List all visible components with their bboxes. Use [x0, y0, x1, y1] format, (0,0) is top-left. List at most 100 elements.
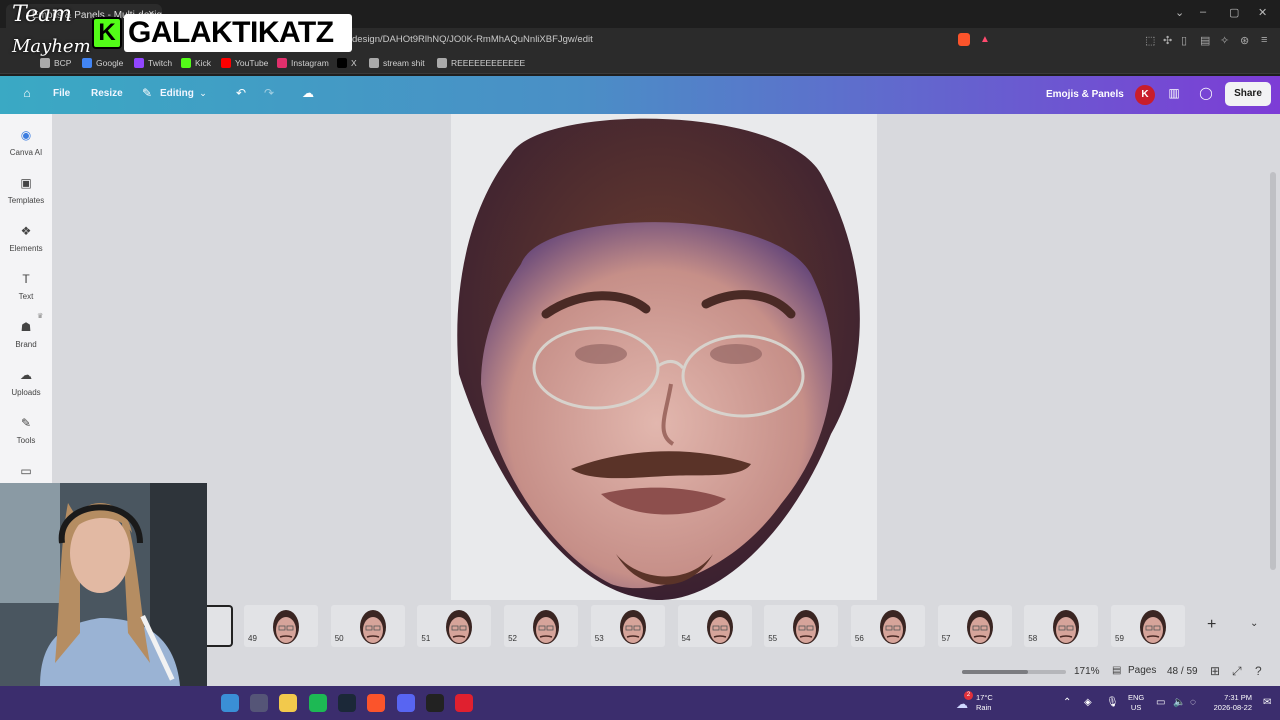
- bookmark-instagram[interactable]: Instagram: [277, 58, 329, 68]
- zoom-level[interactable]: 171%: [1074, 666, 1100, 677]
- canva-ai-icon: ◉: [20, 128, 32, 142]
- bookmark-label: Instagram: [291, 58, 329, 68]
- thumbnail-face-image: [706, 610, 733, 644]
- sidebar-item-brand[interactable]: ☗ Brand: [0, 320, 52, 349]
- sidebar-item-label: Elements: [9, 244, 43, 253]
- sidebar-item-uploads[interactable]: ☁ Uploads: [0, 368, 52, 397]
- pages-button[interactable]: Pages: [1128, 665, 1156, 676]
- page-thumbnail[interactable]: 59: [1111, 605, 1185, 647]
- bookmark-youtube[interactable]: YouTube: [221, 58, 268, 68]
- insights-icon[interactable]: ▥: [1164, 86, 1184, 104]
- tab-search-icon[interactable]: ⌄: [1175, 6, 1184, 19]
- comments-icon[interactable]: ◯: [1196, 86, 1216, 104]
- language-indicator[interactable]: ENG US: [1128, 693, 1144, 713]
- page-count: 48 / 59: [1167, 666, 1198, 677]
- obs-icon[interactable]: [426, 694, 444, 712]
- extensions-icon[interactable]: ⬚: [1145, 34, 1155, 47]
- calculator-icon[interactable]: [250, 694, 268, 712]
- sidebar-item-templates[interactable]: ▣ Templates: [0, 176, 52, 205]
- microphone-icon[interactable]: 🎙: [1106, 697, 1119, 708]
- photos-icon[interactable]: [221, 694, 239, 712]
- sidebar-item-projects[interactable]: ▭: [0, 464, 52, 484]
- page-thumbnail[interactable]: 55: [764, 605, 839, 647]
- bookmark-kick[interactable]: Kick: [181, 58, 211, 68]
- url-field[interactable]: design/DAHOt9RlhNQ/JO0K-RmMhAQuNnliXBFJg…: [352, 34, 593, 45]
- weather-badge: 2: [964, 691, 973, 700]
- tray-app-icon[interactable]: ◈: [1084, 697, 1092, 708]
- design-title[interactable]: Emojis & Panels: [1046, 89, 1124, 100]
- templates-icon: ▣: [20, 176, 32, 190]
- bookmark-twitch[interactable]: Twitch: [134, 58, 172, 68]
- brave-rewards-icon[interactable]: ▲: [980, 34, 990, 45]
- help-icon[interactable]: ?: [1255, 664, 1262, 678]
- google-icon: [82, 58, 92, 68]
- steam-icon[interactable]: [338, 694, 356, 712]
- brave-shield-icon[interactable]: [958, 33, 970, 46]
- leo-ai-icon[interactable]: ✧: [1220, 34, 1229, 47]
- sidebar-item-elements[interactable]: ❖ Elements: [0, 224, 52, 253]
- page-thumbnail[interactable]: 51: [417, 605, 492, 647]
- crown-icon: ♛: [37, 313, 44, 320]
- undo-icon[interactable]: ↶: [231, 86, 251, 104]
- chevron-down-icon[interactable]: ⌄: [193, 88, 213, 106]
- system-clock[interactable]: 7:31 PM 2026-08-22: [1210, 693, 1252, 713]
- current-page-thumbnail[interactable]: [207, 605, 233, 647]
- wallet-icon[interactable]: ▤: [1200, 34, 1210, 47]
- tools-icon: ✎: [20, 416, 32, 430]
- resize-button[interactable]: Resize: [91, 88, 123, 99]
- file-menu-button[interactable]: File: [53, 88, 70, 99]
- page-thumbnail[interactable]: 58: [1024, 605, 1099, 647]
- menu-icon[interactable]: ≡: [1261, 34, 1267, 46]
- vertical-scrollbar[interactable]: [1270, 172, 1276, 570]
- twitch-icon: [134, 58, 144, 68]
- page-thumbnail[interactable]: 54: [677, 605, 752, 647]
- sidebar-item-text[interactable]: T Text: [0, 272, 52, 301]
- page-thumbnail[interactable]: 52: [504, 605, 579, 647]
- volume-icon[interactable]: 🔈: [1173, 697, 1185, 708]
- weather-widget[interactable]: 17°C Rain: [976, 693, 993, 713]
- editing-mode-button[interactable]: Editing: [160, 88, 194, 99]
- bookmark-google[interactable]: Google: [82, 58, 123, 68]
- fullscreen-icon[interactable]: ⤢: [1232, 664, 1242, 679]
- vpn-icon[interactable]: ⊛: [1240, 34, 1249, 47]
- notifications-icon[interactable]: ✉: [1263, 697, 1271, 708]
- face-cutout-image[interactable]: [451, 114, 877, 601]
- avatar[interactable]: K: [1135, 85, 1155, 105]
- chevron-down-icon[interactable]: ⌄: [1250, 618, 1258, 629]
- x-icon: [337, 58, 347, 68]
- brave-icon[interactable]: [367, 694, 385, 712]
- bookmark-stream-shit[interactable]: stream shit: [369, 58, 425, 68]
- design-page[interactable]: [451, 114, 877, 601]
- discord-icon[interactable]: [397, 694, 415, 712]
- page-thumbnail[interactable]: 57: [937, 605, 1012, 647]
- add-page-icon[interactable]: +: [1207, 616, 1216, 634]
- file-explorer-icon[interactable]: [279, 694, 297, 712]
- tray-chevron-icon[interactable]: ⌃: [1063, 697, 1071, 708]
- puzzle-icon[interactable]: ✣: [1163, 34, 1172, 47]
- grid-view-icon[interactable]: ⊞: [1210, 664, 1220, 678]
- opera-icon[interactable]: [455, 694, 473, 712]
- network-icon[interactable]: ◌: [1190, 697, 1196, 708]
- page-thumbnail[interactable]: 50: [330, 605, 405, 647]
- sidebar-toggle-icon[interactable]: ▯: [1181, 34, 1187, 47]
- redo-icon[interactable]: ↷: [259, 86, 279, 104]
- weather-desc: Rain: [976, 703, 992, 712]
- folder-icon: [369, 58, 379, 68]
- home-icon[interactable]: ⌂: [17, 86, 37, 104]
- close-window-icon[interactable]: ✕: [1258, 6, 1267, 19]
- page-thumbnail[interactable]: 49: [244, 605, 318, 647]
- spotify-icon[interactable]: [309, 694, 327, 712]
- share-button[interactable]: Share: [1225, 82, 1271, 106]
- bookmark-x[interactable]: X: [337, 58, 357, 68]
- page-thumbnail[interactable]: 53: [590, 605, 665, 647]
- sidebar-item-canva-ai[interactable]: ◉ Canva AI: [0, 128, 52, 157]
- bookmark-bcp[interactable]: BCP: [40, 58, 71, 68]
- monitor-icon[interactable]: ▭: [1156, 697, 1165, 708]
- bookmark-reeeeeeeeeeee[interactable]: REEEEEEEEEEEE: [437, 58, 525, 68]
- minimize-icon[interactable]: –: [1200, 6, 1206, 18]
- page-thumbnail[interactable]: 56: [850, 605, 925, 647]
- maximize-icon[interactable]: ▢: [1229, 6, 1239, 19]
- sidebar-item-tools[interactable]: ✎ Tools: [0, 416, 52, 445]
- cloud-saved-icon[interactable]: ☁: [298, 86, 318, 104]
- pencil-icon: ✎: [141, 86, 153, 100]
